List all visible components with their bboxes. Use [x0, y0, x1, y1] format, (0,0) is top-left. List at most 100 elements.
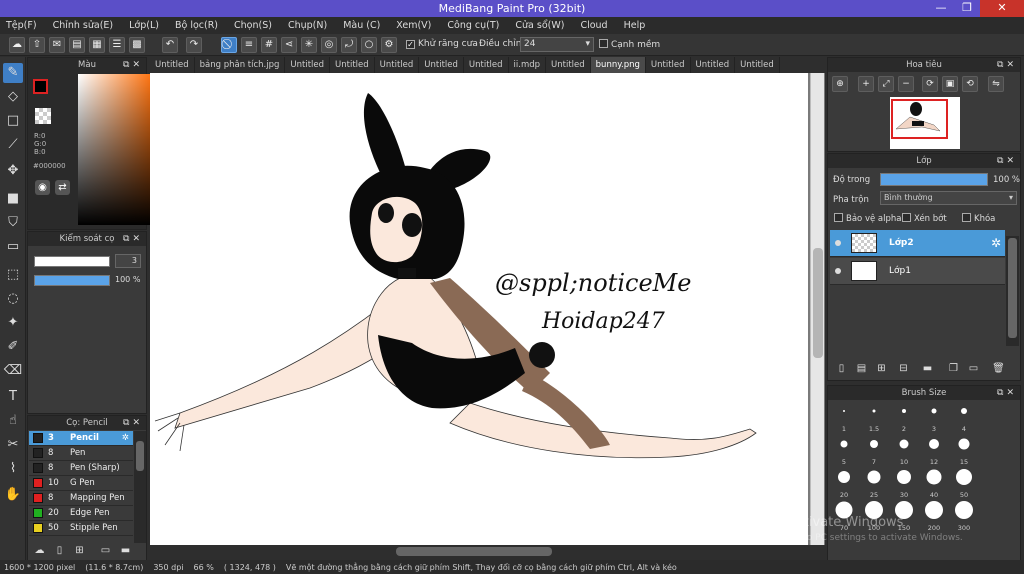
layer-row-lop2[interactable]: Lớp2 ✲ [830, 230, 1005, 257]
ellipse-snap-icon[interactable]: ○ [361, 37, 377, 53]
menu-help[interactable]: Help [624, 20, 646, 31]
magic-wand-tool-icon[interactable]: ✦ [3, 313, 23, 333]
merge-layer-icon[interactable]: ▭ [966, 361, 981, 376]
brush-size-option-10[interactable]: 10 [889, 434, 919, 468]
layer-folder-icon[interactable]: ▬ [920, 361, 935, 376]
menu-color[interactable]: Màu (C) [343, 20, 380, 31]
eyedropper-tool-icon[interactable]: ⌇ [3, 459, 23, 479]
divide-tool-icon[interactable]: ✂ [3, 435, 23, 455]
bucket-tool-icon[interactable]: ⛉ [3, 213, 23, 233]
circle-snap-icon[interactable]: ◎ [321, 37, 337, 53]
hand-tool-icon[interactable]: ✋ [3, 485, 23, 505]
parallel-snap-icon[interactable]: ≡ [241, 37, 257, 53]
scrollbar-thumb[interactable] [396, 547, 552, 556]
layer-opacity-slider[interactable] [880, 173, 988, 186]
brush-size-option-1[interactable]: 1 [829, 401, 859, 435]
foreground-color-swatch[interactable] [33, 79, 48, 94]
tab-ii-mdp[interactable]: ii.mdp [509, 57, 547, 73]
tab-untitled[interactable]: Untitled [546, 57, 591, 73]
delete-layer-icon[interactable]: 🗑 [991, 361, 1006, 376]
dot-tool-icon[interactable]: ⟋ [3, 135, 23, 155]
panel-buttons[interactable]: ⧉✕ [997, 154, 1017, 168]
layer-row-lop1[interactable]: Lớp1 [830, 258, 1005, 285]
protect-alpha-checkbox[interactable]: Bảo vệ alpha [834, 213, 901, 224]
tab-untitled[interactable]: Untitled [375, 57, 420, 73]
select-eraser-tool-icon[interactable]: ⌫ [3, 361, 23, 381]
close-button[interactable]: ✕ [980, 0, 1024, 17]
transparent-color-swatch[interactable] [35, 108, 51, 124]
panel-buttons[interactable]: ⧉✕ [997, 58, 1017, 72]
perspective-snap-icon[interactable]: ⋖ [281, 37, 297, 53]
tab-untitled[interactable]: Untitled [330, 57, 375, 73]
blend-mode-select[interactable]: Bình thường ▾ [880, 191, 1017, 205]
brush-size-slider[interactable] [34, 256, 110, 267]
clipping-checkbox[interactable]: Xén bớt [902, 213, 947, 224]
gear-icon[interactable]: ✲ [122, 433, 129, 443]
scrollbar-thumb[interactable] [813, 248, 823, 358]
cloud-brush-icon[interactable]: ☁ [32, 544, 47, 558]
radial-snap-icon[interactable]: ✳ [301, 37, 317, 53]
gear-icon[interactable]: ✲ [991, 236, 1001, 250]
rotate-icon[interactable]: ⟳ [922, 76, 938, 92]
document-icon[interactable]: ▦ [89, 37, 105, 53]
fit-icon[interactable]: ⤢ [878, 76, 894, 92]
new-halftone-layer-icon[interactable]: ▤ [854, 361, 869, 376]
minimize-button[interactable]: — [928, 0, 954, 17]
grid-icon[interactable]: ▩ [129, 37, 145, 53]
panel-buttons[interactable]: ⧉✕ [123, 58, 143, 72]
menu-snap[interactable]: Chụp(N) [288, 20, 327, 31]
flip-icon[interactable]: ⇋ [988, 76, 1004, 92]
brush-item-mapping-pen[interactable]: 8 Mapping Pen [29, 491, 133, 506]
menu-edit[interactable]: Chỉnh sửa(E) [53, 20, 114, 31]
brush-size-value[interactable]: 3 [115, 254, 141, 268]
visibility-icon[interactable] [835, 240, 841, 246]
rotate-ccw-icon[interactable]: ⟲ [962, 76, 978, 92]
snap-settings-icon[interactable]: ⚙ [381, 37, 397, 53]
menu-cloud[interactable]: Cloud [580, 20, 607, 31]
eraser-tool-icon[interactable]: ◇ [3, 87, 23, 107]
tab-bang-phan-tich[interactable]: bảng phân tích.jpg [195, 57, 286, 73]
brush-item-pen-sharp[interactable]: 8 Pen (Sharp) [29, 461, 133, 476]
brush-size-option-5[interactable]: 5 [829, 434, 859, 468]
text-tool-icon[interactable]: T [3, 387, 23, 407]
brush-item-pen[interactable]: 8 Pen [29, 446, 133, 461]
brush-size-option-25[interactable]: 25 [859, 467, 889, 501]
restore-button[interactable]: ❐ [954, 0, 980, 17]
brush-item-stipple-pen[interactable]: 50 Stipple Pen [29, 521, 133, 536]
canvas-horizontal-scrollbar[interactable] [150, 545, 825, 558]
folder-icon[interactable]: ▬ [118, 544, 133, 558]
panel-buttons[interactable]: ⧉✕ [997, 386, 1017, 400]
tab-untitled[interactable]: Untitled [735, 57, 780, 73]
correction-select[interactable]: 24 ▾ [520, 37, 594, 52]
comment-icon[interactable]: ✉ [49, 37, 65, 53]
tab-untitled[interactable]: Untitled [150, 57, 195, 73]
lock-checkbox[interactable]: Khóa [962, 213, 995, 224]
menu-view[interactable]: Xem(V) [396, 20, 431, 31]
operation-tool-icon[interactable]: ☝ [3, 411, 23, 431]
brush-size-option-4[interactable]: 4 [949, 401, 979, 435]
new-8bit-layer-icon[interactable]: ⊞ [874, 361, 889, 376]
tab-untitled[interactable]: Untitled [691, 57, 736, 73]
brush-size-option-40[interactable]: 40 [919, 467, 949, 501]
new-layer-icon[interactable]: ▯ [834, 361, 849, 376]
tab-bunny-png[interactable]: bunny.png [590, 57, 646, 73]
brush-size-option-20[interactable]: 20 [829, 467, 859, 501]
brush-size-option-3[interactable]: 3 [919, 401, 949, 435]
select-rect-tool-icon[interactable]: ⬚ [3, 265, 23, 285]
upload-icon[interactable]: ⇧ [29, 37, 45, 53]
soft-edge-checkbox[interactable]: Cạnh mềm [599, 39, 660, 50]
menu-filter[interactable]: Bộ lọc(R) [175, 20, 218, 31]
snap-off-icon[interactable]: ⃠ [221, 37, 237, 53]
message-icon[interactable]: ▤ [69, 37, 85, 53]
fill-rect-tool-icon[interactable]: ■ [3, 189, 23, 209]
menu-window[interactable]: Cửa sổ(W) [515, 20, 564, 31]
menu-file[interactable]: Tệp(F) [6, 20, 37, 31]
brush-size-option-200[interactable]: 200 [919, 500, 949, 534]
duplicate-layer-icon[interactable]: ❐ [946, 361, 961, 376]
zoom-in-icon[interactable]: + [858, 76, 874, 92]
canvas-area[interactable]: @sppl;noticeMe Hoidap247 [150, 73, 825, 545]
tab-untitled[interactable]: Untitled [419, 57, 464, 73]
palette-icon[interactable]: ◉ [35, 180, 50, 195]
brush-tool-icon[interactable]: ✎ [3, 63, 23, 83]
brush-list-scrollbar[interactable] [134, 431, 146, 543]
